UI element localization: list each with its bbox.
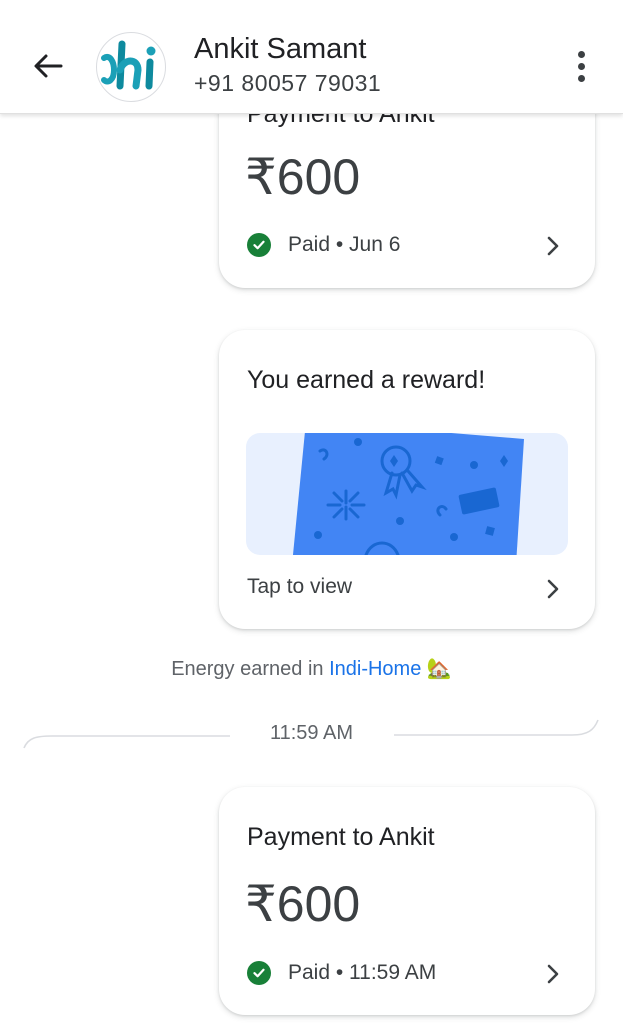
- indi-home-link[interactable]: Indi-Home: [329, 658, 421, 680]
- house-emoji-icon: 🏡: [426, 658, 452, 680]
- tap-to-view-label: Tap to view: [247, 575, 353, 598]
- divider-line-right: [394, 719, 599, 736]
- conversation-header: Ankit Samant +91 80057 79031: [0, 0, 623, 114]
- chevron-right-icon[interactable]: [545, 577, 561, 601]
- payment-card-top[interactable]: Payment to Ankit ₹600 Paid • Jun 6: [219, 86, 595, 288]
- check-circle-icon: [247, 233, 271, 257]
- payment-status-row: Paid • Jun 6: [247, 233, 400, 257]
- chevron-right-icon[interactable]: [545, 962, 561, 986]
- payment-amount: ₹600: [245, 876, 361, 932]
- payment-status-text: Paid • 11:59 AM: [288, 961, 437, 984]
- contact-phone: +91 80057 79031: [194, 70, 382, 96]
- payment-card-bottom[interactable]: Payment to Ankit ₹600 Paid • 11:59 AM: [219, 787, 595, 1015]
- arrow-left-icon: [34, 54, 63, 78]
- contact-name: Ankit Samant: [194, 33, 367, 65]
- more-options-button[interactable]: [566, 48, 596, 84]
- payment-card-title: Payment to Ankit: [247, 823, 435, 851]
- energy-prefix: Energy earned in: [171, 658, 330, 680]
- check-circle-icon: [247, 961, 271, 985]
- reward-scratch-card-image: [246, 433, 568, 555]
- reward-title: You earned a reward!: [247, 366, 486, 394]
- payment-status-text: Paid • Jun 6: [288, 233, 401, 256]
- reward-card[interactable]: You earned a reward! Tap to view: [219, 330, 595, 629]
- payment-status-row: Paid • 11:59 AM: [247, 961, 436, 985]
- payment-amount: ₹600: [245, 149, 361, 205]
- avatar-logo-icon: [101, 40, 156, 90]
- avatar[interactable]: [96, 32, 166, 102]
- energy-earned-note: Energy earned in Indi-Home 🏡: [0, 656, 623, 681]
- more-vert-icon: [577, 50, 585, 58]
- chevron-right-icon[interactable]: [545, 234, 561, 258]
- back-button[interactable]: [28, 48, 68, 84]
